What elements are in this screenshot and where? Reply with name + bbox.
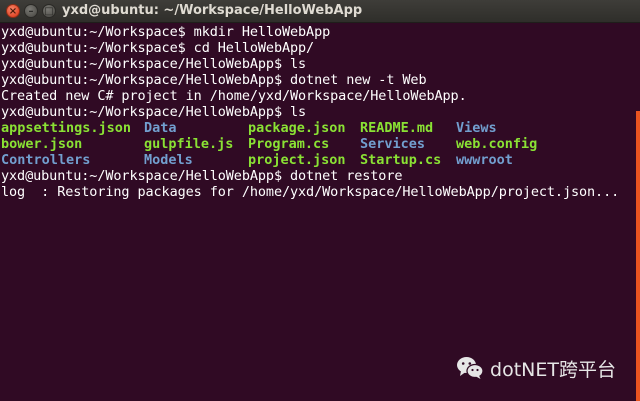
ls-entry-file: bower.json: [1, 136, 83, 152]
terminal-window: × – □ yxd@ubuntu: ~/Workspace/HelloWebAp…: [0, 0, 640, 401]
ls-entry-directory: Data: [144, 120, 177, 136]
ls-entry-directory: Views: [456, 120, 497, 136]
ls-entry-file: appsettings.json: [1, 120, 132, 136]
title-bar[interactable]: × – □ yxd@ubuntu: ~/Workspace/HelloWebAp…: [0, 0, 640, 23]
ls-entry-directory: Controllers: [1, 152, 91, 168]
terminal-line: log : Restoring packages for /home/yxd/W…: [1, 184, 620, 200]
scrollbar[interactable]: [636, 111, 640, 401]
terminal-line: yxd@ubuntu:~/Workspace$ cd HelloWebApp/: [1, 40, 315, 56]
ls-entry-directory: wwwroot: [456, 152, 513, 168]
wechat-icon: [456, 356, 484, 380]
maximize-button[interactable]: □: [42, 4, 56, 18]
ls-output-row: appsettings.json Data package.json READM…: [1, 120, 636, 136]
ls-entry-directory: Models: [144, 152, 193, 168]
ls-entry-file: web.config: [456, 136, 538, 152]
minimize-button[interactable]: –: [24, 4, 38, 18]
ls-entry-file: package.json: [248, 120, 346, 136]
terminal-line: Created new C# project in /home/yxd/Work…: [1, 88, 467, 104]
ls-entry-file: Program.cs: [248, 136, 330, 152]
ls-entry-directory: Services: [360, 136, 426, 152]
ls-entry-file: project.json: [248, 152, 346, 168]
ls-output-row: bower.json gulpfile.js Program.cs Servic…: [1, 136, 636, 152]
terminal-output[interactable]: yxd@ubuntu:~/Workspace$ mkdir HelloWebAp…: [0, 23, 636, 401]
close-button[interactable]: ×: [6, 4, 20, 18]
terminal-line: yxd@ubuntu:~/Workspace/HelloWebApp$ dotn…: [1, 72, 427, 88]
ls-entry-file: Startup.cs: [360, 152, 442, 168]
terminal-line: yxd@ubuntu:~/Workspace/HelloWebApp$ dotn…: [1, 168, 403, 184]
terminal-line: yxd@ubuntu:~/Workspace$ mkdir HelloWebAp…: [1, 24, 331, 40]
watermark-text: dotNET跨平台: [490, 358, 616, 381]
ls-output-row: Controllers Models project.json Startup.…: [1, 152, 636, 168]
ls-entry-file: gulpfile.js: [144, 136, 234, 152]
terminal-line: yxd@ubuntu:~/Workspace/HelloWebApp$ ls: [1, 56, 307, 72]
window-title: yxd@ubuntu: ~/Workspace/HelloWebApp: [62, 3, 363, 18]
watermark: dotNET跨平台: [456, 355, 616, 381]
ls-entry-file: README.md: [360, 120, 434, 136]
terminal-line: yxd@ubuntu:~/Workspace/HelloWebApp$ ls: [1, 104, 307, 120]
